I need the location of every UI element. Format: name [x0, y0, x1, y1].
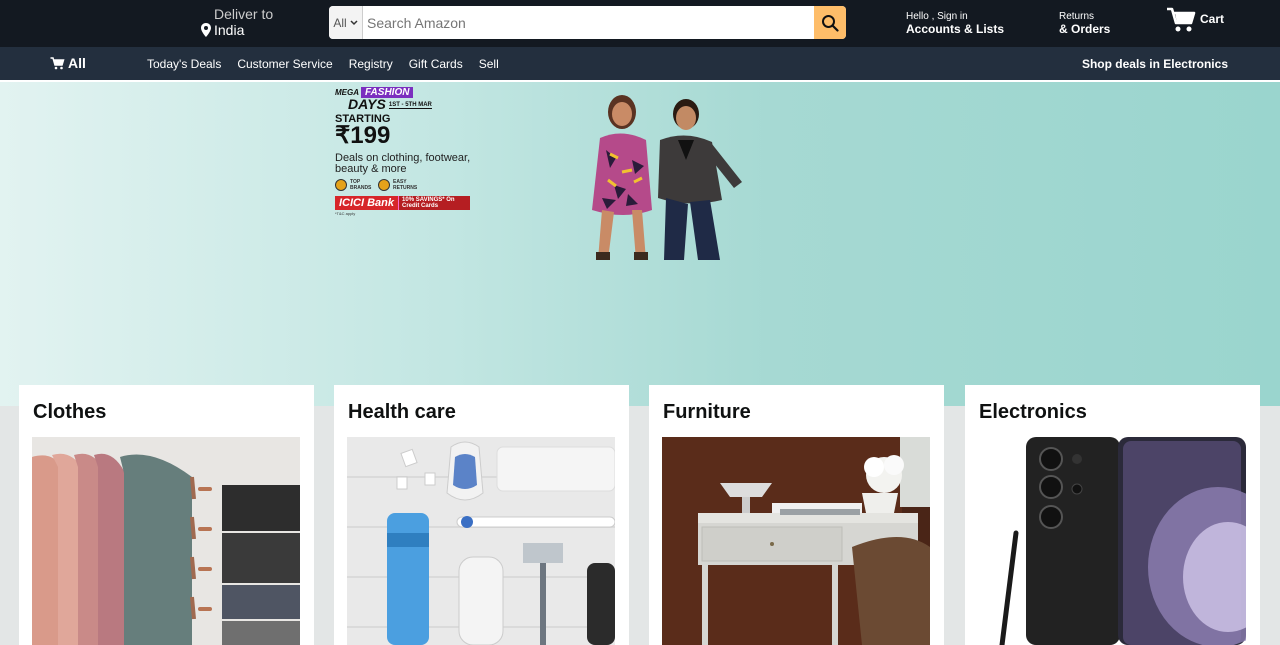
hero-banner[interactable]: MEGA FASHION DAYS 1ST - 5TH MAR STARTING…: [0, 82, 1280, 406]
category-card-clothes[interactable]: Clothes: [19, 385, 314, 645]
promo-days: DAYS: [348, 96, 386, 112]
furniture-image: [662, 437, 930, 645]
category-title: Clothes: [33, 401, 107, 423]
search-category-select[interactable]: All: [329, 6, 363, 39]
search-input[interactable]: [363, 6, 814, 39]
badge-easy-text: EASY RETURNS: [393, 179, 418, 191]
health-care-image: [347, 437, 615, 645]
category-card-electronics[interactable]: Electronics: [965, 385, 1260, 645]
category-card-furniture[interactable]: Furniture: [649, 385, 944, 645]
nav-link-gift-cards[interactable]: Gift Cards: [409, 57, 463, 71]
badge-easy-returns: EASY RETURNS: [378, 179, 417, 191]
promo-deals-text: Deals on clothing, footwear, beauty & mo…: [335, 152, 471, 175]
category-title: Furniture: [663, 401, 751, 423]
returns-label: Returns: [1059, 11, 1095, 22]
top-header: Deliver to India All Hello , Sign in Acc…: [0, 0, 1280, 47]
location-pin-icon: [201, 23, 211, 37]
category-title: Electronics: [979, 401, 1087, 423]
search-category-label: All: [333, 15, 347, 30]
returns-orders[interactable]: Returns & Orders: [1059, 11, 1110, 36]
chevron-down-icon: [350, 19, 358, 25]
cart-icon: [1167, 7, 1196, 32]
promo-dates: 1ST - 5TH MAR: [388, 102, 432, 109]
promo-price: ₹199: [335, 122, 391, 149]
category-card-health-care[interactable]: Health care: [334, 385, 629, 645]
fashion-promo: MEGA FASHION DAYS 1ST - 5TH MAR STARTING…: [335, 87, 535, 216]
account-label: Accounts & Lists: [906, 22, 1005, 36]
all-menu-button[interactable]: All: [50, 55, 86, 71]
bank-name: ICICI Bank: [335, 196, 399, 210]
nav-link-todays-deals[interactable]: Today's Deals: [147, 57, 221, 71]
category-title: Health care: [348, 401, 456, 423]
nav-link-customer-service[interactable]: Customer Service: [237, 57, 332, 71]
deliver-label: Deliver to: [214, 6, 274, 22]
nav-link-sell[interactable]: Sell: [479, 57, 499, 71]
bank-offer: ICICI Bank 10% SAVINGS* On Credit Cards: [335, 196, 535, 210]
cart-button[interactable]: Cart: [1166, 7, 1224, 33]
star-badge-icon: [335, 179, 347, 191]
search-bar: All: [329, 6, 846, 39]
account-greeting: Hello , Sign in: [906, 11, 968, 22]
deliver-location: India: [214, 22, 245, 38]
search-icon: [822, 14, 839, 32]
nav-link-shop-deals-electronics[interactable]: Shop deals in Electronics: [1082, 57, 1228, 71]
returns-badge-icon: [378, 179, 390, 191]
deliver-to-location[interactable]: Deliver to India: [200, 7, 273, 38]
nav-links: Today's Deals Customer Service Registry …: [147, 57, 499, 71]
terms-text: *T&C apply: [335, 211, 356, 216]
orders-label: & Orders: [1059, 22, 1111, 36]
account-lists[interactable]: Hello , Sign in Accounts & Lists: [906, 11, 1004, 36]
clothes-image: [32, 437, 300, 645]
bank-savings: 10% SAVINGS* On Credit Cards: [398, 196, 471, 210]
nav-bar: All Today's Deals Customer Service Regis…: [0, 47, 1280, 80]
badge-top-brands: TOP BRANDS: [335, 179, 372, 191]
fashion-models-image: [592, 95, 742, 260]
cart-label: Cart: [1200, 12, 1225, 26]
electronics-image: [978, 437, 1246, 645]
nav-link-registry[interactable]: Registry: [349, 57, 393, 71]
search-button[interactable]: [814, 6, 846, 39]
cart-icon: [50, 56, 65, 69]
all-menu-label: All: [68, 55, 86, 71]
badge-top-text: TOP BRANDS: [350, 179, 372, 191]
